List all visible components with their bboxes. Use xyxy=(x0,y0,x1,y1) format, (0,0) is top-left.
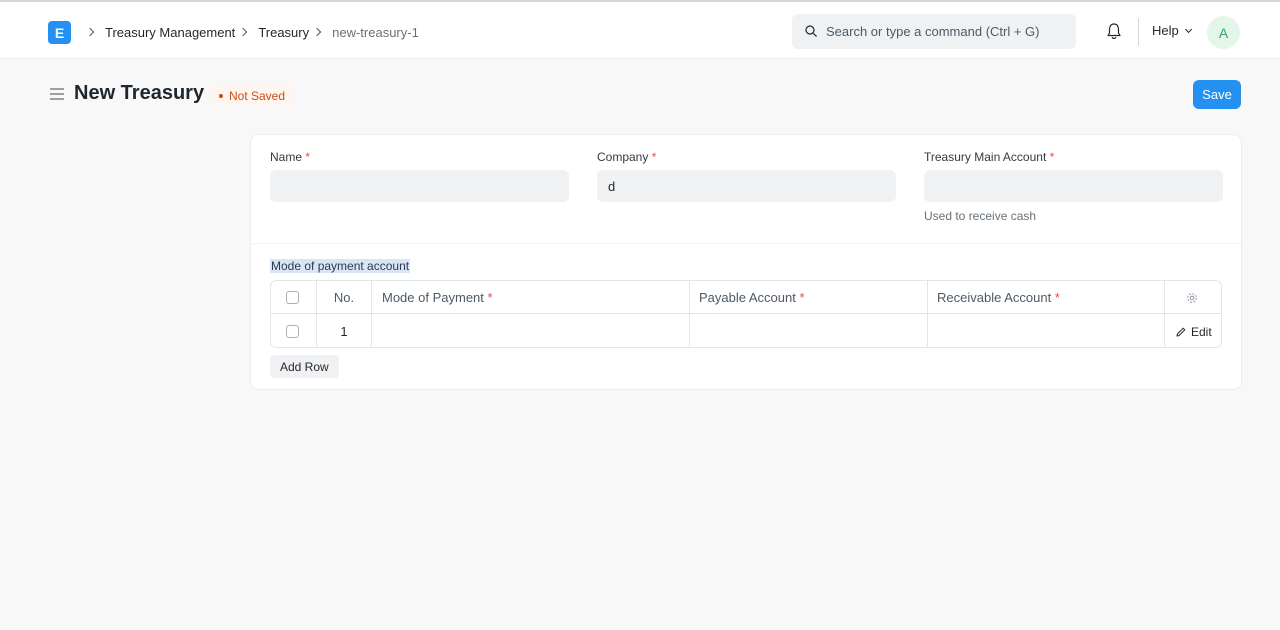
select-all-checkbox[interactable] xyxy=(286,291,299,304)
section-divider xyxy=(251,243,1241,244)
breadcrumb-item-treasury[interactable]: Treasury xyxy=(258,25,309,40)
required-marker: * xyxy=(799,290,805,305)
table-section-label: Mode of payment account xyxy=(270,259,411,273)
table-row: 1 Edit xyxy=(271,315,1221,348)
column-settings-cell xyxy=(1186,281,1200,314)
treasury-main-account-field-label: Treasury Main Account * xyxy=(924,150,1055,164)
status-dot xyxy=(219,93,223,98)
treasury-main-account-field[interactable] xyxy=(924,170,1223,202)
select-all-cell xyxy=(286,281,300,314)
table-header-row: No. Mode of Payment * Payable Account * … xyxy=(271,281,1221,314)
receivable-account-cell[interactable] xyxy=(928,315,1164,348)
navbar-divider xyxy=(1138,18,1139,46)
name-field-label: Name * xyxy=(270,150,311,164)
row-number: 1 xyxy=(340,324,348,339)
chevron-right-icon xyxy=(312,27,322,37)
status-text: Not Saved xyxy=(229,88,286,103)
required-marker: * xyxy=(487,290,493,305)
gear-icon[interactable] xyxy=(1186,292,1198,304)
required-marker: * xyxy=(305,150,311,164)
row-select-cell xyxy=(286,315,300,348)
required-marker: * xyxy=(651,150,657,164)
add-row-button[interactable]: Add Row xyxy=(270,355,339,378)
notification-bell-icon[interactable] xyxy=(1105,22,1123,41)
required-marker: * xyxy=(1054,290,1060,305)
breadcrumb-item-treasury-management[interactable]: Treasury Management xyxy=(105,25,235,40)
column-header-no: No. xyxy=(333,290,355,305)
search-icon xyxy=(805,25,817,37)
treasury-main-account-description: Used to receive cash xyxy=(924,209,1037,223)
status-badge: Not Saved xyxy=(211,85,294,106)
name-field[interactable] xyxy=(270,170,569,202)
required-marker: * xyxy=(1049,150,1055,164)
column-header-payable-account: Payable Account * xyxy=(699,290,805,305)
mode-of-payment-table: No. Mode of Payment * Payable Account * … xyxy=(270,280,1222,348)
pencil-icon xyxy=(1176,327,1186,336)
navbar: E Treasury Management Treasury new-treas… xyxy=(0,0,1280,59)
chevron-right-icon xyxy=(85,27,95,37)
company-field[interactable]: d xyxy=(597,170,896,202)
app-logo[interactable]: E xyxy=(48,21,71,44)
column-header-receivable-account: Receivable Account * xyxy=(937,290,1060,305)
save-button[interactable]: Save xyxy=(1193,80,1241,109)
avatar[interactable]: A xyxy=(1207,16,1240,49)
payable-account-cell[interactable] xyxy=(690,315,927,348)
edit-label: Edit xyxy=(1191,324,1212,339)
row-checkbox[interactable] xyxy=(286,325,299,338)
breadcrumb-item-current: new-treasury-1 xyxy=(332,24,419,40)
company-field-label: Company * xyxy=(597,150,657,164)
search-input[interactable]: Search or type a command (Ctrl + G) xyxy=(792,14,1076,49)
chevron-down-icon xyxy=(1184,25,1192,33)
breadcrumb: Treasury Management Treasury new-treasur… xyxy=(82,22,419,42)
sidebar-toggle-icon[interactable] xyxy=(50,88,64,100)
help-label: Help xyxy=(1152,23,1179,38)
help-dropdown[interactable]: Help xyxy=(1152,23,1192,38)
mode-of-payment-cell[interactable] xyxy=(372,315,689,348)
row-edit-button[interactable]: Edit xyxy=(1176,315,1220,348)
page-title: New Treasury xyxy=(74,82,205,104)
search-placeholder: Search or type a command (Ctrl + G) xyxy=(826,24,1040,39)
form-card: Name * Company * d Treasury Main Account… xyxy=(250,134,1242,390)
chevron-right-icon xyxy=(239,27,248,37)
column-header-mode-of-payment: Mode of Payment * xyxy=(382,290,493,305)
